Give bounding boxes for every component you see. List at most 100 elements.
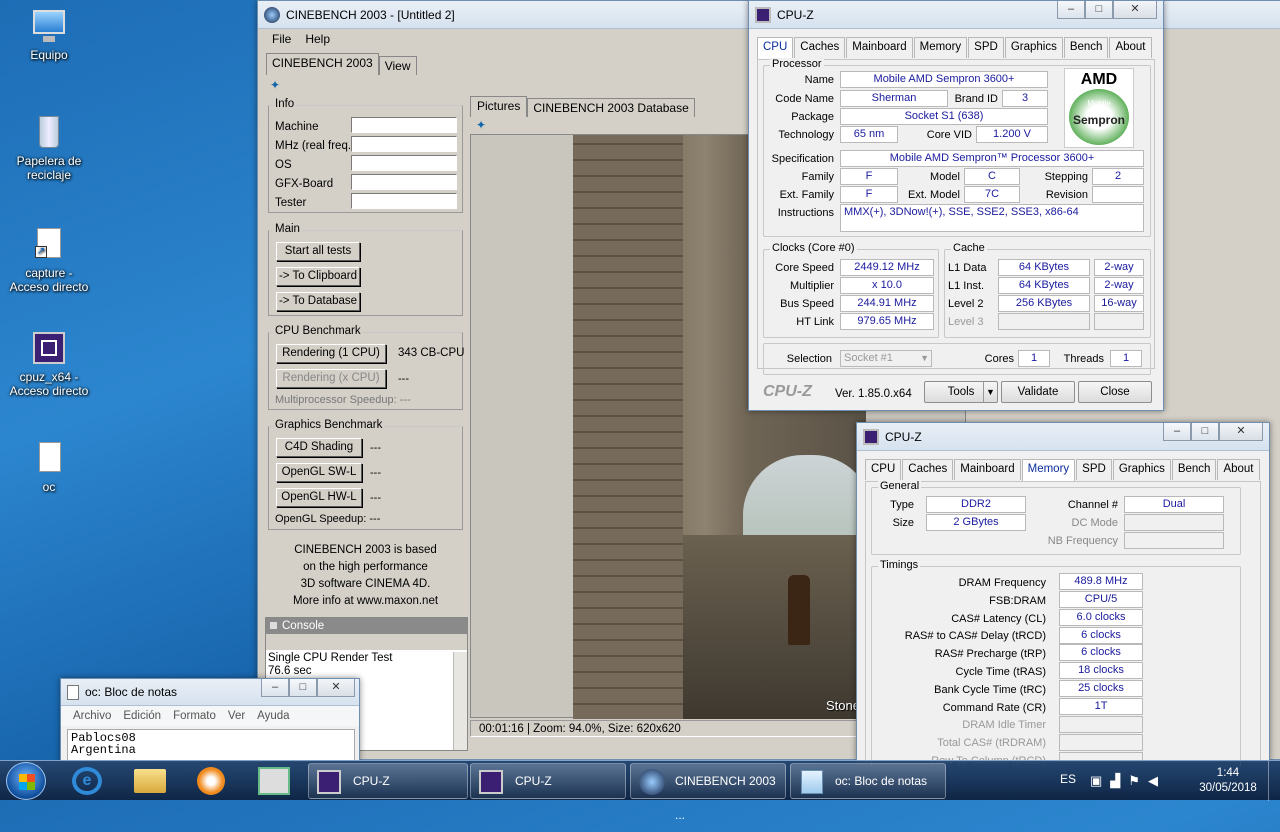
pin-icon[interactable]: ✦ [476,118,486,132]
desktop-icon-papelera[interactable]: Papelera de reciclaje [5,114,93,182]
tab-spd[interactable]: SPD [968,37,1004,58]
tab-caches[interactable]: Caches [902,459,954,480]
info-labels: Machine MHz (real freq.) OS GFX-Board Te… [275,118,355,213]
menu-help[interactable]: Help [305,29,330,49]
language-indicator[interactable]: ES [1060,772,1076,786]
brand-id-value: 3 [1002,90,1048,107]
close-button[interactable]: ✕ [317,679,355,697]
menu-archivo[interactable]: Archivo [73,706,111,726]
start-button[interactable] [6,762,46,800]
network-signal-icon[interactable]: ▟ [1110,773,1120,789]
tab-spd[interactable]: SPD [1076,459,1112,480]
tab-pictures[interactable]: Pictures [470,96,528,117]
console-line: Single CPU Render Test [268,652,393,664]
menu-file[interactable]: File [272,29,291,49]
to-clipboard-button[interactable]: -> To Clipboard [276,267,360,286]
close-button[interactable]: ✕ [1113,1,1157,19]
tab-cpu[interactable]: CPU [865,459,902,480]
revision-value [1092,186,1144,203]
desktop-icon-capture[interactable]: ↗ capture - Acceso directo [5,226,93,294]
cpuz-icon [31,330,67,366]
maximize-button[interactable]: □ [289,679,317,697]
tab-about[interactable]: About [1217,459,1260,480]
timing-label: RAS# to CAS# Delay (tRCD) [904,630,1046,643]
gfx-board-field[interactable] [351,174,457,190]
tab-memory[interactable]: Memory [913,37,968,58]
close-button[interactable]: ✕ [1219,423,1263,441]
tab-graphics[interactable]: Graphics [1004,37,1063,58]
desktop-icon-cpuz[interactable]: cpuz_x64 - Acceso directo [5,330,93,398]
tab-cinebench[interactable]: CINEBENCH 2003 [266,53,379,75]
maximize-button[interactable]: □ [1085,1,1113,19]
ext-family-label: Ext. Family [779,189,834,201]
tab-cpu[interactable]: CPU [757,37,794,59]
maximize-button[interactable]: □ [1191,423,1219,441]
to-database-button[interactable]: -> To Database [276,292,360,311]
media-player-icon[interactable] [197,767,225,795]
ext-family-value: F [840,186,898,203]
desktop-icon-equipo[interactable]: Equipo [5,8,93,62]
tray-device-icon[interactable]: ▣ [1090,773,1102,789]
tools-button[interactable]: Tools ▼ [924,381,998,403]
cpuz-titlebar[interactable]: CPU-Z – □ ✕ [857,423,1269,451]
l1-data-label: L1 Data [948,262,987,274]
taskbar-item-cinebench[interactable]: CINEBENCH 2003 ... [630,763,786,822]
menu-ver[interactable]: Ver [228,706,245,726]
taskbar-item-label: CINEBENCH 2003 ... [675,774,776,822]
taskbar-item-cpuz-1[interactable]: CPU-Z [308,763,468,799]
tab-bench[interactable]: Bench [1171,459,1217,480]
logo-name: Sempron [1072,113,1125,127]
minimize-button[interactable]: – [1163,423,1191,441]
c4d-shading-button[interactable]: C4D Shading [276,438,362,457]
clock[interactable]: 1:44 30/05/2018 [1196,766,1260,796]
selection-dropdown[interactable]: Socket #1 ▼ [840,350,932,367]
minimize-button[interactable]: – [1057,1,1085,19]
tab-memory[interactable]: Memory [1021,459,1076,481]
bus-speed-value: 244.91 MHz [840,295,934,312]
start-all-tests-button[interactable]: Start all tests [276,242,360,261]
cpuz-titlebar[interactable]: CPU-Z – □ ✕ [749,1,1163,29]
graphics-benchmark-label: Graphics Benchmark [273,419,385,431]
show-desktop-button[interactable] [1268,761,1280,801]
tab-mainboard[interactable]: Mainboard [846,37,913,58]
rendering-1cpu-button[interactable]: Rendering (1 CPU) [276,344,386,363]
console-scrollbar[interactable] [453,652,467,750]
notepad-titlebar[interactable]: oc: Bloc de notas – □ ✕ [61,679,359,706]
machine-field[interactable] [351,117,457,133]
tab-about[interactable]: About [1109,37,1152,58]
menu-formato[interactable]: Formato [173,706,216,726]
tab-caches[interactable]: Caches [794,37,846,58]
os-field[interactable] [351,155,457,171]
figure-silhouette [788,575,810,645]
menu-ayuda[interactable]: Ayuda [257,706,289,726]
rendering-xcpu-button[interactable]: Rendering (x CPU) [276,369,386,388]
ie-icon[interactable]: e [72,767,102,795]
cinebench-taskbar-icon[interactable] [258,767,290,795]
explorer-icon[interactable] [134,769,166,793]
taskbar-item-notepad[interactable]: oc: Bloc de notas [790,763,946,799]
trc-value: 25 clocks [1059,680,1143,697]
timing-label: Cycle Time (tRAS) [955,665,1046,678]
minimize-button[interactable]: – [261,679,289,697]
volume-icon[interactable]: ◀ [1148,773,1158,789]
technology-label: Technology [778,129,834,141]
notepad-text-area[interactable]: Pablocs08 Argentina [67,729,355,761]
taskbar-item-cpuz-2[interactable]: CPU-Z [470,763,626,799]
validate-button[interactable]: Validate [1001,381,1075,403]
tab-bench[interactable]: Bench [1063,37,1109,58]
mhz-field[interactable] [351,136,457,152]
tester-field[interactable] [351,193,457,209]
pin-icon[interactable]: ✦ [270,78,280,92]
tab-graphics[interactable]: Graphics [1112,459,1171,480]
close-button[interactable]: Close [1078,381,1152,403]
tab-cinebench-database[interactable]: CINEBENCH 2003 Database [527,98,695,117]
chevron-down-icon: ▼ [983,382,997,402]
opengl-hwl-button[interactable]: OpenGL HW-L [276,488,362,507]
flag-icon[interactable]: ⚑ [1128,773,1140,789]
desktop-icon-oc[interactable]: oc [5,440,93,494]
type-label: Type [890,499,914,511]
tab-mainboard[interactable]: Mainboard [954,459,1021,480]
tab-view[interactable]: View [378,56,417,75]
opengl-swl-button[interactable]: OpenGL SW-L [276,463,362,482]
menu-edicion[interactable]: Edición [123,706,161,726]
